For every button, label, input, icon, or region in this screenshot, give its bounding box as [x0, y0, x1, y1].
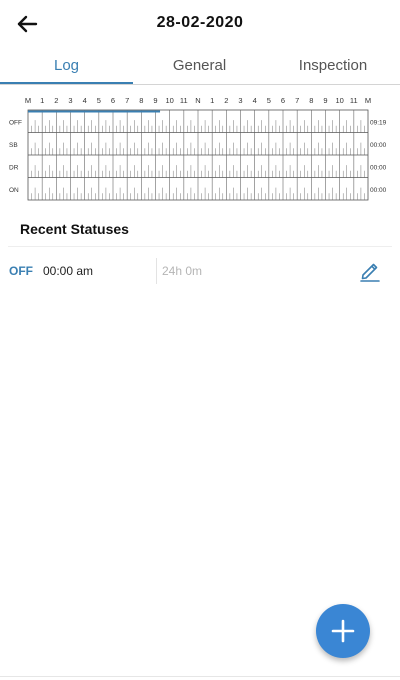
- duty-row-total: 00:00: [370, 164, 387, 171]
- hour-label: 5: [267, 96, 271, 105]
- tab-bar: Log General Inspection: [0, 48, 400, 85]
- hour-label: 5: [97, 96, 101, 105]
- section-divider: [8, 246, 392, 247]
- hour-label: 8: [139, 96, 143, 105]
- hour-label: 10: [165, 96, 173, 105]
- recent-statuses-title: Recent Statuses: [20, 221, 129, 237]
- plus-icon: [331, 619, 355, 643]
- duty-row-label: ON: [9, 187, 19, 194]
- duty-row-total: 09:19: [370, 119, 387, 126]
- duty-row-total: 00:00: [370, 187, 387, 194]
- hour-label: 7: [295, 96, 299, 105]
- duty-log-graph: M 1 2 3 4 5 6 7 8 9 10 11 N 1 2 3 4 5 6 7 8 9 10 11 MOFF 09:19SB 0…: [9, 96, 387, 201]
- hour-label: 11: [350, 96, 358, 105]
- row-separator: [156, 258, 157, 284]
- hour-label: 8: [309, 96, 313, 105]
- hour-label: 2: [224, 96, 228, 105]
- hour-label: 4: [253, 96, 257, 105]
- status-row[interactable]: OFF 00:00 am 24h 0m: [0, 256, 400, 286]
- hour-label: 1: [210, 96, 214, 105]
- status-code: OFF: [9, 264, 33, 278]
- tab-log[interactable]: Log: [0, 48, 133, 84]
- hour-label: 4: [83, 96, 87, 105]
- hour-label: 7: [125, 96, 129, 105]
- hour-label: 9: [153, 96, 157, 105]
- duty-row-label: DR: [9, 164, 19, 171]
- active-tab-indicator: [0, 82, 133, 84]
- hour-label: M: [25, 96, 31, 105]
- hour-label: N: [195, 96, 200, 105]
- hour-label: 10: [335, 96, 343, 105]
- status-duration: 24h 0m: [162, 264, 203, 278]
- hour-label: 9: [323, 96, 327, 105]
- page-title: 28-02-2020: [156, 14, 244, 31]
- hour-label: 2: [54, 96, 58, 105]
- hour-label: 3: [68, 96, 72, 105]
- duty-row-label: SB: [9, 142, 18, 149]
- hour-label: 6: [111, 96, 115, 105]
- hour-label: 6: [281, 96, 285, 105]
- hour-label: 3: [238, 96, 242, 105]
- app-header: 28-02-2020: [0, 0, 400, 48]
- duty-row-total: 00:00: [370, 142, 387, 149]
- add-status-button[interactable]: [316, 604, 370, 658]
- duty-row-label: OFF: [9, 119, 22, 126]
- tab-inspection[interactable]: Inspection: [266, 48, 400, 84]
- tab-general[interactable]: General: [133, 48, 266, 84]
- hour-label: 11: [180, 96, 188, 105]
- status-time: 00:00 am: [43, 264, 94, 278]
- bottom-divider: [0, 676, 400, 677]
- hour-label: 1: [40, 96, 44, 105]
- hour-label: M: [365, 96, 371, 105]
- pencil-icon: [360, 263, 380, 282]
- edit-status-button[interactable]: [358, 259, 382, 283]
